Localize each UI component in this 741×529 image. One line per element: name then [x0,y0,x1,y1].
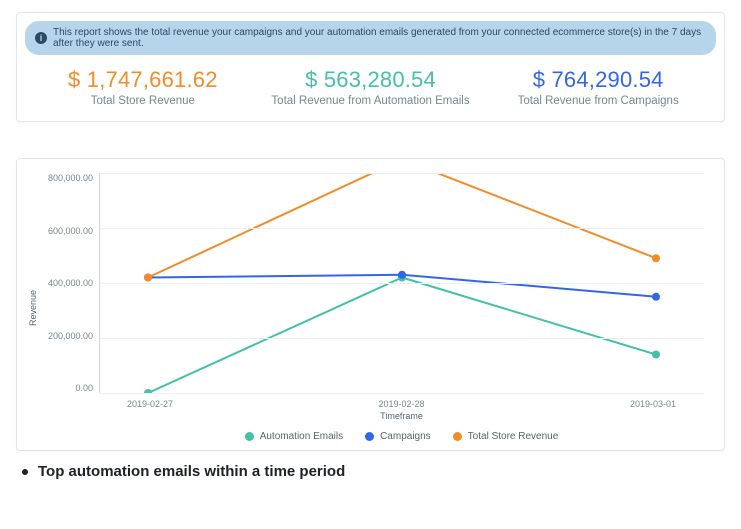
legend-label: Campaigns [380,431,431,442]
y-axis-label: Revenue [28,289,38,325]
y-tick: 400,000.00 [48,278,93,288]
bullet-text: Top automation emails within a time peri… [38,463,345,480]
metric-value: $ 1,747,661.62 [29,67,257,93]
legend-swatch [453,432,462,441]
metric-label: Total Revenue from Automation Emails [257,95,485,107]
y-tick: 200,000.00 [48,331,93,341]
metric-label: Total Store Revenue [29,95,257,107]
gridline [100,228,704,229]
chart-plot-area [99,173,704,393]
revenue-summary-card: i This report shows the total revenue yo… [16,12,725,122]
info-bar: i This report shows the total revenue yo… [25,21,716,55]
x-tick: 2019-02-27 [127,399,207,409]
x-axis-label: Timeframe [41,411,704,421]
legend-item-total[interactable]: Total Store Revenue [453,431,559,442]
data-point[interactable] [652,293,660,301]
series-line [148,278,656,394]
metric-automation-revenue: $ 563,280.54 Total Revenue from Automati… [257,67,485,107]
legend-label: Total Store Revenue [468,431,559,442]
legend-item-automation[interactable]: Automation Emails [245,431,343,442]
y-tick: 0.00 [75,383,93,393]
metrics-row: $ 1,747,661.62 Total Store Revenue $ 563… [25,63,716,113]
gridline [100,283,704,284]
x-tick: 2019-03-01 [596,399,676,409]
gridline [100,338,704,339]
series-line [148,173,656,278]
bullet-icon [22,469,28,475]
legend-swatch [365,432,374,441]
metric-value: $ 563,280.54 [257,67,485,93]
y-ticks: 800,000.00 600,000.00 400,000.00 200,000… [41,173,99,393]
y-tick: 600,000.00 [48,226,93,236]
metric-label: Total Revenue from Campaigns [484,95,712,107]
metric-value: $ 764,290.54 [484,67,712,93]
legend-swatch [245,432,254,441]
data-point[interactable] [652,351,660,359]
gridline [100,393,704,394]
x-tick: 2019-02-28 [362,399,442,409]
legend-item-campaigns[interactable]: Campaigns [365,431,431,442]
metric-campaigns-revenue: $ 764,290.54 Total Revenue from Campaign… [484,67,712,107]
info-text: This report shows the total revenue your… [53,27,706,49]
y-tick: 800,000.00 [48,173,93,183]
chart-legend: Automation Emails Campaigns Total Store … [41,431,704,442]
data-point[interactable] [398,271,406,279]
gridline [100,173,704,174]
revenue-chart-card: Revenue 800,000.00 600,000.00 400,000.00… [16,158,725,451]
x-ticks: 2019-02-27 2019-02-28 2019-03-01 [41,399,704,409]
bullet-heading: Top automation emails within a time peri… [16,463,725,480]
metric-total-store-revenue: $ 1,747,661.62 Total Store Revenue [29,67,257,107]
info-icon: i [35,32,47,44]
legend-label: Automation Emails [260,431,343,442]
data-point[interactable] [652,254,660,262]
data-point[interactable] [144,274,152,282]
